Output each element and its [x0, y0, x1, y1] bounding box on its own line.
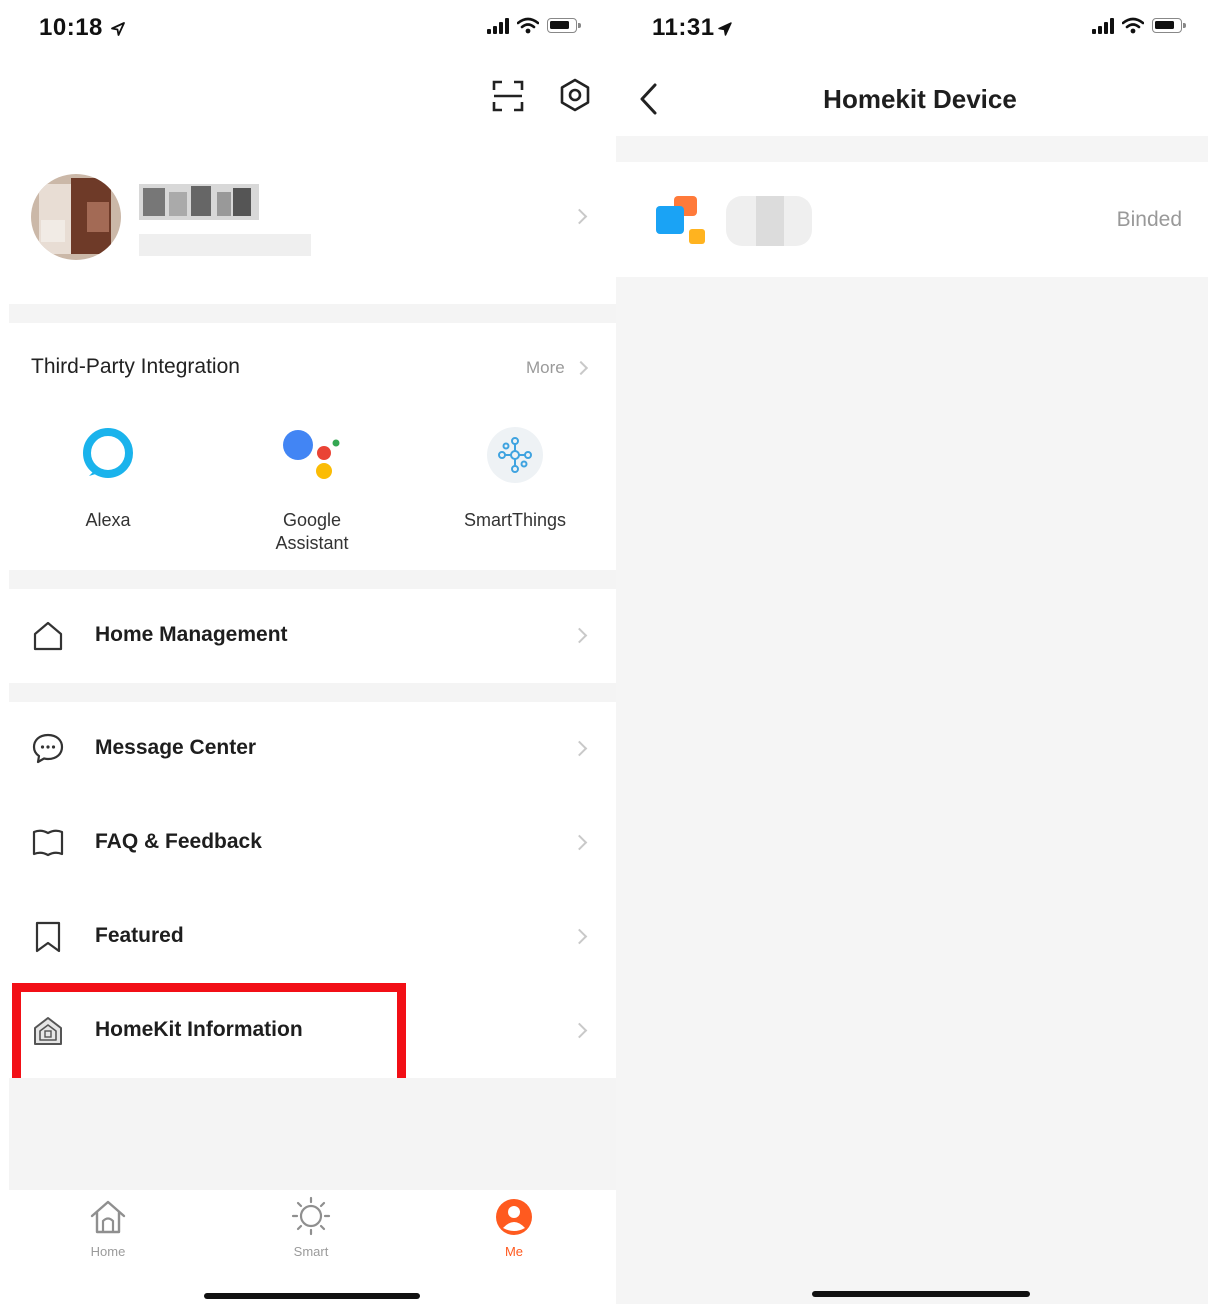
- section-divider: [9, 683, 616, 702]
- header: 11:31 Homekit Device: [616, 0, 1208, 136]
- integration-label-line2: Assistant: [275, 533, 349, 553]
- status-time: 11:31: [652, 14, 715, 41]
- chevron-right-icon: [571, 928, 588, 945]
- status-indicators: [1092, 16, 1186, 34]
- menu-home-management[interactable]: Home Management: [9, 589, 616, 683]
- tab-label: Smart: [293, 1244, 329, 1259]
- book-icon: [32, 829, 64, 857]
- battery-icon: [547, 17, 581, 33]
- tab-bar: Home Smart Me: [9, 1190, 616, 1304]
- menu-label: Message Center: [95, 736, 257, 759]
- home-outline-icon: [33, 621, 63, 651]
- device-row[interactable]: Binded: [616, 162, 1208, 277]
- integration-smartthings[interactable]: SmartThings: [440, 410, 590, 560]
- menu-featured[interactable]: Featured: [9, 890, 616, 984]
- integration-label-line1: Google: [282, 510, 342, 530]
- menu-message-center[interactable]: Message Center: [9, 702, 616, 796]
- menu-label: Home Management: [95, 623, 288, 646]
- avatar: [31, 174, 121, 260]
- chevron-right-icon: [571, 627, 588, 644]
- integration-google-assistant[interactable]: Google Assistant: [237, 410, 387, 560]
- device-status: Binded: [1116, 208, 1182, 231]
- section-divider: [9, 304, 616, 323]
- home-icon: [90, 1200, 126, 1234]
- message-icon: [32, 733, 64, 764]
- device-icon: [656, 196, 705, 244]
- location-arrow-icon: [111, 22, 125, 36]
- chevron-right-icon: [571, 208, 588, 225]
- third-party-title: Third-Party Integration: [31, 355, 240, 378]
- tab-label: Home: [90, 1244, 126, 1259]
- battery-icon: [1152, 17, 1186, 33]
- google-assistant-icon: [283, 430, 340, 479]
- menu-label: FAQ & Feedback: [95, 830, 262, 853]
- menu-faq-feedback[interactable]: FAQ & Feedback: [9, 796, 616, 890]
- section-divider: [9, 570, 616, 589]
- device-name-blurred: [726, 196, 812, 246]
- smartthings-icon: [487, 427, 543, 483]
- more-link[interactable]: More: [526, 358, 565, 378]
- wifi-icon: [517, 17, 539, 33]
- home-indicator: [204, 1293, 420, 1299]
- scan-icon[interactable]: [491, 79, 525, 113]
- tab-label: Me: [504, 1244, 524, 1259]
- integration-alexa[interactable]: Alexa: [33, 410, 183, 560]
- integration-label: SmartThings: [463, 510, 567, 530]
- settings-icon[interactable]: [557, 77, 593, 113]
- person-icon: [496, 1199, 532, 1235]
- alexa-icon: [83, 428, 133, 478]
- sun-icon: [291, 1196, 331, 1236]
- chevron-right-icon: [573, 360, 589, 376]
- bookmark-icon: [35, 921, 61, 953]
- profile-subtitle-blurred: [139, 234, 311, 256]
- menu-label: Featured: [95, 924, 184, 947]
- wifi-icon: [1122, 17, 1144, 33]
- right-phone-screen: 11:31 Homekit Device Binded: [616, 0, 1208, 1304]
- page-title: Homekit Device: [823, 84, 1017, 114]
- signal-icon: [487, 16, 509, 34]
- signal-icon: [1092, 16, 1114, 34]
- status-time: 10:18: [39, 14, 103, 41]
- integration-label: Alexa: [85, 510, 131, 530]
- chevron-right-icon: [571, 740, 588, 757]
- status-indicators: [487, 16, 581, 34]
- profile-row[interactable]: [9, 150, 616, 300]
- profile-name-blurred: [139, 184, 259, 220]
- location-arrow-icon: [718, 22, 732, 36]
- chevron-right-icon: [571, 1022, 588, 1039]
- empty-area: [9, 1078, 616, 1190]
- left-phone-screen: 10:18 Third-Party Integration More Alexa…: [9, 0, 616, 1304]
- home-indicator: [812, 1291, 1030, 1297]
- chevron-right-icon: [571, 834, 588, 851]
